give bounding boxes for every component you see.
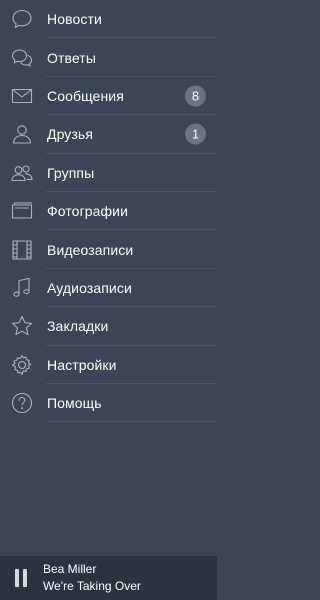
menu-item-answers[interactable]: Ответы [0, 38, 217, 77]
star-icon [10, 314, 34, 338]
gear-icon [10, 353, 34, 377]
music-note-icon [10, 276, 34, 300]
menu-item-label: Группы [47, 164, 95, 181]
player-artist: Bea Miller [43, 562, 97, 576]
menu-item-friends[interactable]: Друзья 1 [0, 115, 217, 154]
menu-item-label: Сообщения [47, 87, 124, 104]
envelope-icon [10, 84, 34, 108]
menu-item-label: Помощь [47, 395, 102, 412]
menu-item-label: Видеозаписи [47, 241, 134, 258]
menu-item-settings[interactable]: Настройки [0, 346, 217, 384]
friend-requests-badge: 1 [185, 123, 206, 145]
audio-player-bar[interactable]: Bea Miller We're Taking Over [0, 556, 217, 600]
player-track-title: We're Taking Over [43, 579, 141, 593]
menu-item-bookmarks[interactable]: Закладки [0, 307, 217, 346]
pause-icon[interactable] [13, 569, 29, 587]
menu-item-audio[interactable]: Аудиозаписи [0, 269, 217, 308]
menu-item-videos[interactable]: Видеозаписи [0, 230, 217, 269]
unread-count-badge: 8 [185, 85, 206, 107]
film-icon [10, 238, 34, 262]
menu-item-label: Аудиозаписи [47, 279, 132, 296]
menu-item-label: Фотографии [47, 203, 129, 220]
menu-item-label: Закладки [47, 318, 109, 335]
menu-item-label: Друзья [47, 126, 94, 143]
person-icon [10, 122, 34, 146]
question-icon [10, 391, 34, 415]
menu-item-photos[interactable]: Фотографии [0, 192, 217, 231]
side-menu-screen: Новости Ответы Сообщения 8 Друзья 1 Груп… [0, 0, 217, 600]
menu-item-news[interactable]: Новости [0, 0, 217, 39]
side-menu: Новости Ответы Сообщения 8 Друзья 1 Груп… [0, 0, 217, 423]
menu-item-label: Ответы [47, 49, 96, 66]
menu-item-label: Новости [47, 11, 102, 28]
chat-bubbles-icon [10, 46, 34, 70]
menu-item-help[interactable]: Помощь [0, 384, 217, 423]
divider [46, 421, 217, 423]
people-icon [10, 161, 34, 185]
photos-icon [10, 199, 34, 223]
menu-item-label: Настройки [47, 356, 117, 373]
chat-bubble-icon [10, 7, 34, 31]
menu-item-groups[interactable]: Группы [0, 154, 217, 192]
menu-item-messages[interactable]: Сообщения 8 [0, 77, 217, 116]
